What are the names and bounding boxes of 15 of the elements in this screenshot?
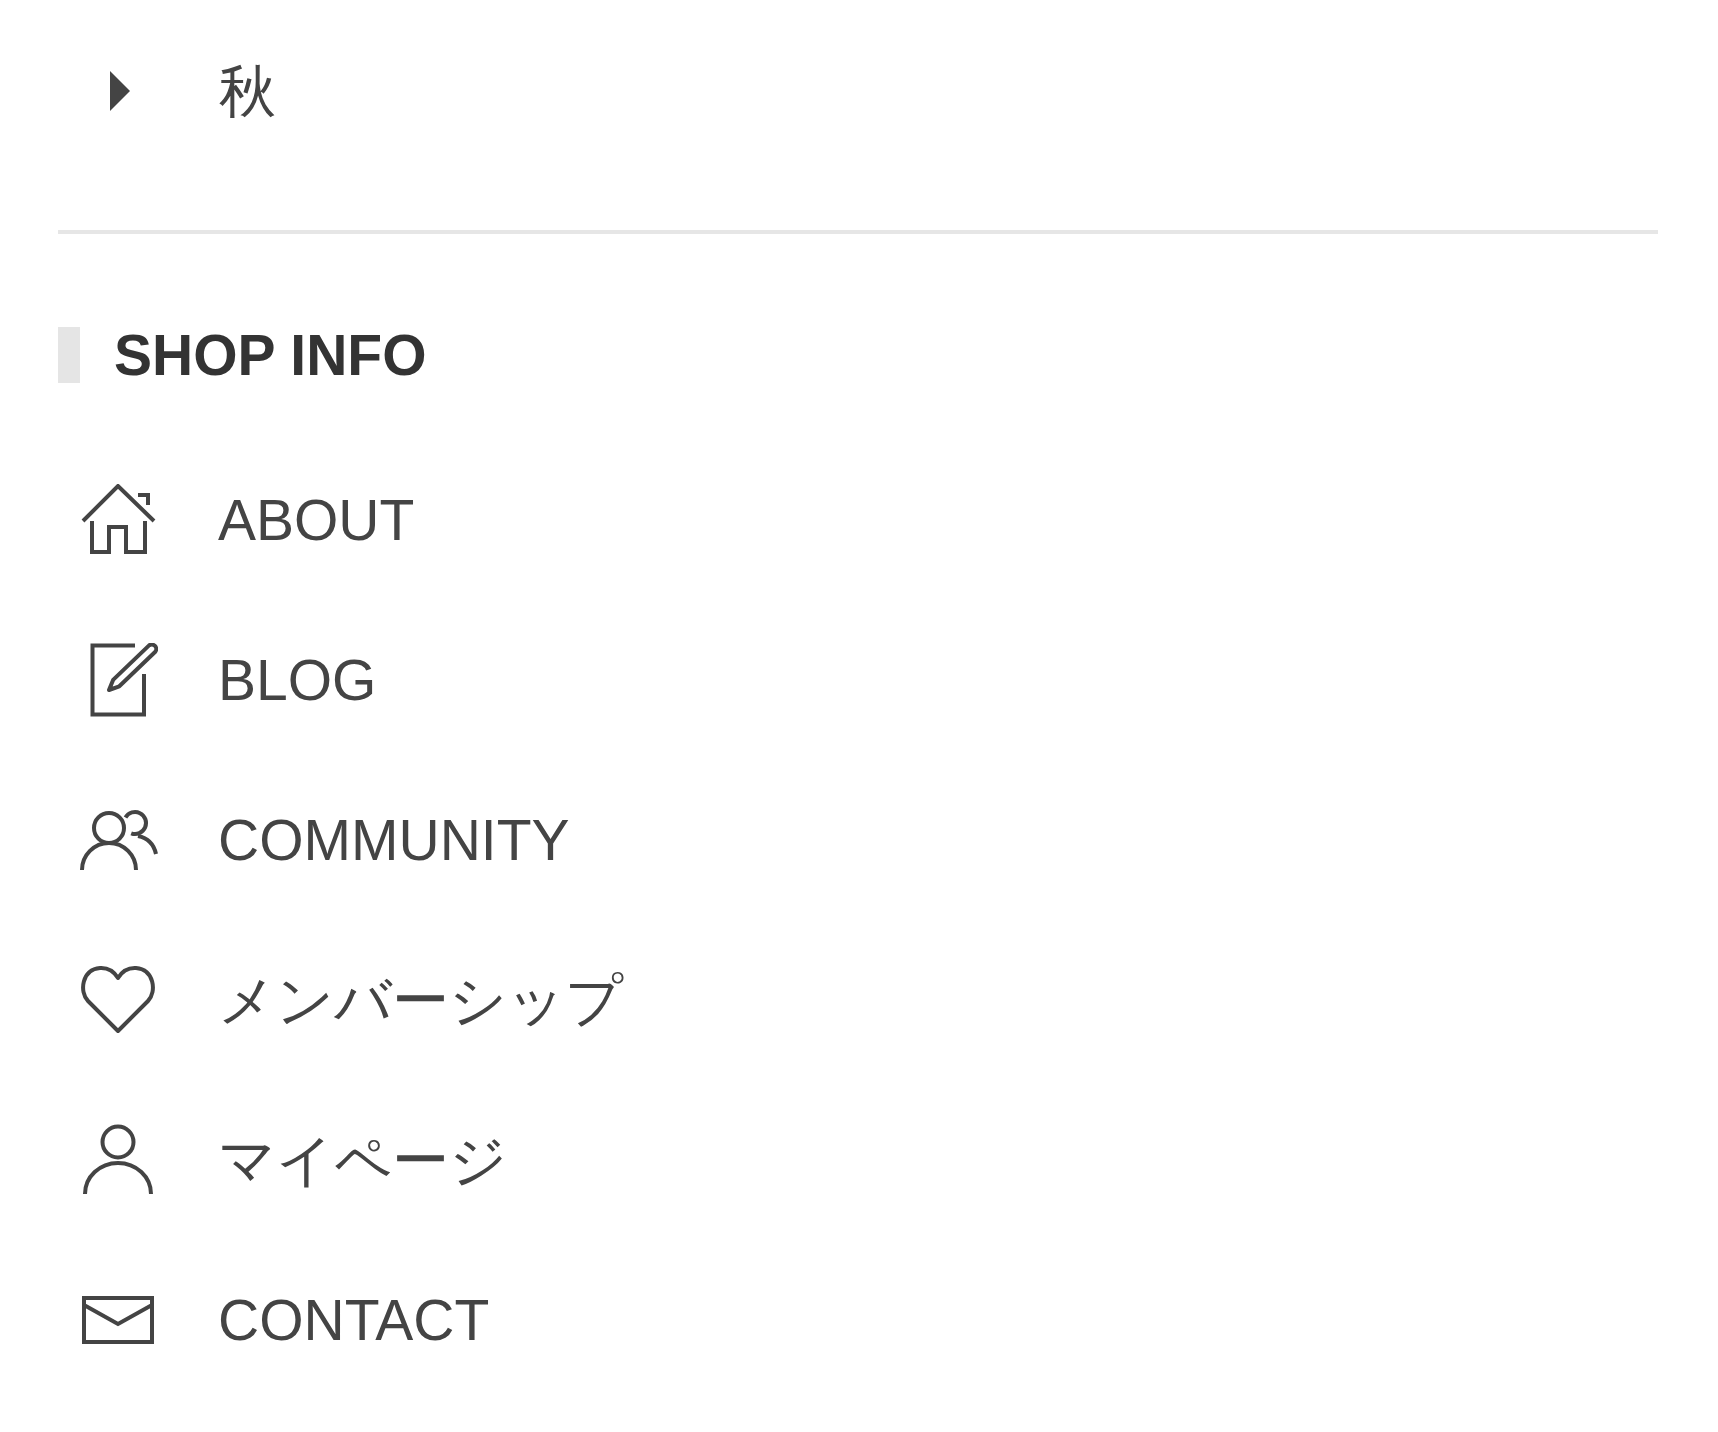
category-item[interactable]: 秋 [110, 56, 276, 126]
people-icon [80, 807, 158, 873]
edit-icon [90, 643, 158, 717]
menu-link[interactable]: ABOUT [80, 484, 415, 556]
menu-link[interactable]: BLOG [80, 643, 377, 717]
envelope-icon [82, 1296, 154, 1344]
person-icon [82, 1124, 154, 1196]
menu-link[interactable]: CONTACT [80, 1285, 490, 1355]
section-heading: SHOP INFO [114, 323, 427, 387]
home-icon [81, 484, 157, 556]
menu-link[interactable]: メンバーシップ [80, 965, 623, 1035]
heart-icon [80, 965, 156, 1035]
menu-link[interactable]: COMMUNITY [80, 805, 570, 875]
menu-link[interactable]: マイページ [80, 1124, 507, 1196]
heading-accent-bar [58, 327, 80, 383]
